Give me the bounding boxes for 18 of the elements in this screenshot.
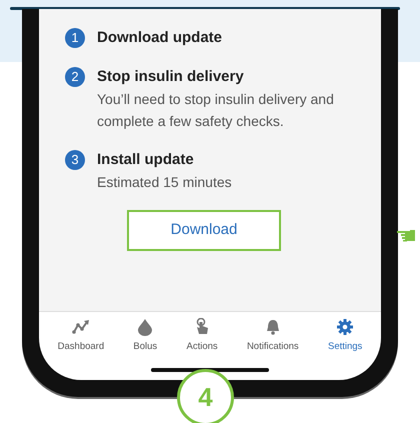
drop-icon — [136, 318, 154, 336]
tab-button[interactable]: Dashboard — [58, 318, 104, 354]
settings-icon — [336, 318, 354, 336]
step-number: 2 — [65, 67, 85, 87]
tab-button[interactable]: Notifications — [246, 318, 299, 354]
pointing-hand-icon — [396, 229, 416, 242]
tab-button[interactable]: Actions — [186, 318, 218, 354]
line-chart-icon — [72, 318, 90, 336]
step-title: Stop insulin delivery — [97, 67, 245, 87]
step-title: Download update — [97, 28, 222, 48]
step-description: You’ll need to stop insulin delivery and complete a few safety checks. — [97, 90, 335, 131]
tab-button[interactable]: Settings — [328, 318, 362, 354]
step-number: 1 — [65, 28, 85, 48]
download-button[interactable]: Download — [127, 210, 281, 251]
step-title: Install update — [97, 150, 195, 170]
step-number: 3 — [65, 150, 85, 170]
tab-button[interactable]: Bolus — [133, 318, 158, 354]
step-description: Estimated 15 minutes — [97, 173, 232, 192]
